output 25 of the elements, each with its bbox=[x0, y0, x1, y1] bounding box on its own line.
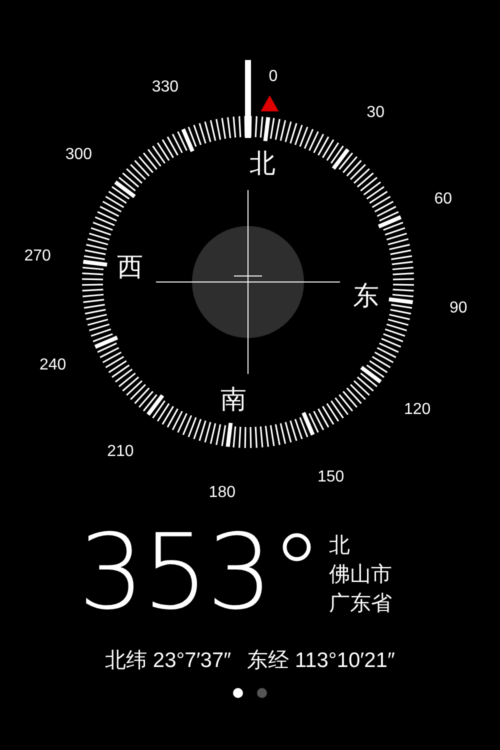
page-dot[interactable] bbox=[257, 688, 267, 698]
degree-label: 120 bbox=[404, 401, 431, 418]
latitude-label: 北纬 23°7′37″ bbox=[105, 648, 232, 674]
degree-label: 270 bbox=[24, 248, 51, 265]
page-dot[interactable] bbox=[233, 688, 243, 698]
longitude-label: 东经 113°10′21″ bbox=[247, 648, 395, 674]
degree-label: 240 bbox=[40, 356, 66, 374]
degree-label: 90 bbox=[450, 299, 468, 316]
degree-label: 210 bbox=[107, 442, 134, 460]
cardinal-label: 东 bbox=[353, 282, 380, 312]
city-label: 佛山市 bbox=[328, 563, 392, 586]
cardinal-label: 南 bbox=[220, 385, 246, 416]
degree-label: 300 bbox=[65, 146, 92, 163]
degree-label: 30 bbox=[366, 104, 384, 122]
north-marker-icon bbox=[260, 95, 279, 112]
degree-label: 60 bbox=[434, 190, 452, 208]
province-label: 广东省 bbox=[328, 592, 392, 616]
degree-label: 150 bbox=[317, 468, 344, 486]
degree-label: 0 bbox=[268, 68, 278, 86]
degree-label: 330 bbox=[152, 78, 179, 96]
direction-label: 北 bbox=[328, 534, 351, 558]
degree-label: 180 bbox=[208, 484, 236, 501]
heading-degrees: 353° bbox=[78, 520, 321, 624]
cardinal-label: 西 bbox=[116, 252, 143, 282]
cardinal-label: 北 bbox=[250, 148, 276, 179]
